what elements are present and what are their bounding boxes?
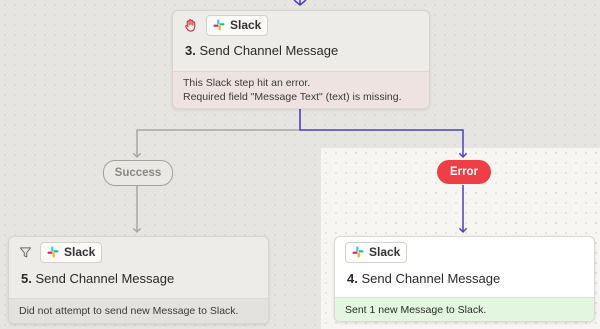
- step-number: 4.: [347, 271, 358, 286]
- error-branch-connector: [299, 108, 468, 159]
- error-message-line-2: Required field "Message Text" (text) is …: [183, 91, 402, 103]
- step-title-text: Send Channel Message: [199, 43, 339, 58]
- error-message: This Slack step hit an error. Required f…: [173, 71, 429, 108]
- step-status: Sent 1 new Message to Slack.: [335, 297, 594, 321]
- slack-icon: [47, 246, 59, 258]
- step-title: 5. Send Channel Message: [9, 267, 268, 291]
- error-branch-pill[interactable]: Error: [437, 160, 491, 184]
- slack-icon: [352, 246, 364, 258]
- step-title: 3. Send Channel Message: [173, 39, 429, 63]
- step-number: 3.: [185, 43, 196, 58]
- app-name: Slack: [64, 245, 96, 259]
- step-title: 4. Send Channel Message: [335, 267, 594, 291]
- step-status: Did not attempt to send new Message to S…: [9, 298, 268, 323]
- step-number: 5.: [21, 271, 32, 286]
- step-title-text: Send Channel Message: [35, 271, 175, 286]
- success-branch-connector: [132, 108, 301, 159]
- step-4-card[interactable]: Slack 4. Send Channel Message Sent 1 new…: [334, 236, 595, 322]
- app-badge: Slack: [345, 241, 408, 263]
- success-branch-pill[interactable]: Success: [103, 160, 173, 186]
- step-3-card[interactable]: Slack 3. Send Channel Message This Slack…: [172, 10, 430, 109]
- filter-icon: [19, 246, 32, 259]
- app-badge: Slack: [206, 14, 269, 36]
- app-badge: Slack: [40, 241, 103, 263]
- slack-icon: [213, 19, 225, 31]
- app-name: Slack: [230, 18, 262, 32]
- step-title-text: Send Channel Message: [361, 271, 501, 286]
- step-5-card[interactable]: Slack 5. Send Channel Message Did not at…: [8, 236, 269, 324]
- error-message-line-1: This Slack step hit an error.: [183, 77, 311, 89]
- hand-stop-icon: [183, 18, 198, 33]
- app-name: Slack: [369, 245, 401, 259]
